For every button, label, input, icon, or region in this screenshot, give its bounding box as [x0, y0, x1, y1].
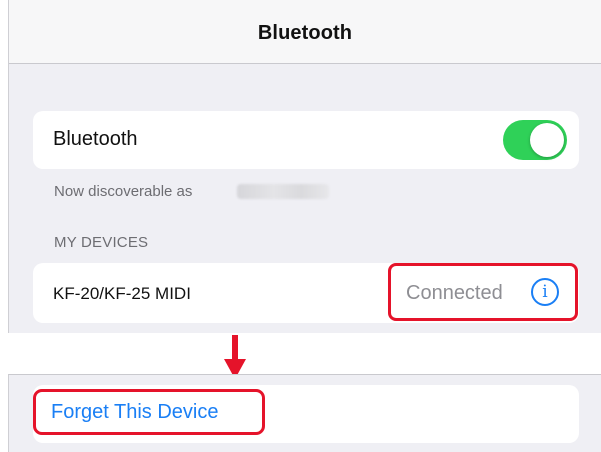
bluetooth-toggle-row: Bluetooth — [33, 111, 579, 169]
device-name: KF-20/KF-25 MIDI — [53, 284, 191, 303]
discoverable-text: Now discoverable as — [54, 183, 193, 200]
toggle-knob — [530, 123, 564, 157]
device-row[interactable]: KF-20/KF-25 MIDI Connected i — [33, 263, 579, 323]
page-title: Bluetooth — [257, 22, 353, 44]
connection-status: Connected — [406, 282, 503, 304]
forget-device-button[interactable]: Forget This Device — [51, 401, 218, 424]
connection-status-highlight: Connected i — [388, 263, 578, 321]
my-devices-header: MY DEVICES — [54, 234, 149, 251]
device-detail-screen: Forget This Device — [8, 374, 601, 452]
navigation-bar: Bluetooth — [9, 0, 601, 64]
forget-device-row[interactable]: Forget This Device — [33, 385, 579, 443]
blurred-device-name — [237, 184, 329, 199]
bluetooth-label: Bluetooth — [53, 128, 138, 150]
bluetooth-settings-screen: Bluetooth Bluetooth Now discoverable as … — [8, 0, 601, 333]
info-circle-icon[interactable]: i — [531, 278, 559, 306]
bluetooth-toggle-switch[interactable] — [503, 120, 567, 160]
